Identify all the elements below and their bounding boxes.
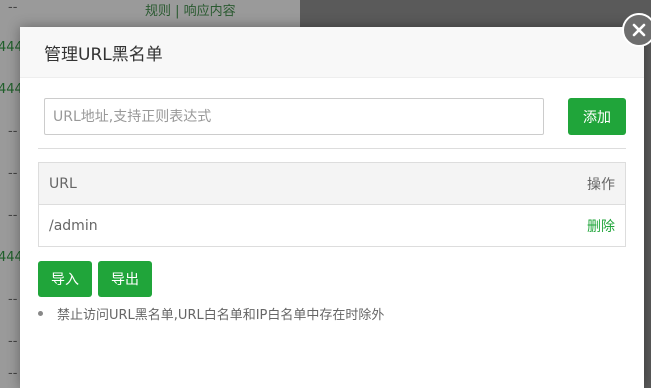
import-button[interactable]: 导入 [38,261,92,297]
divider [38,148,626,149]
delete-link[interactable]: 删除 [587,216,615,236]
url-table: URL 操作 /admin 删除 [38,162,626,247]
close-button[interactable] [622,13,651,47]
background-dash: -- [8,366,18,381]
dialog-title: 管理URL黑名单 [44,44,163,65]
add-button[interactable]: 添加 [568,98,626,135]
add-url-row: 添加 [44,98,626,135]
background-dash: -- [8,124,18,139]
url-blacklist-dialog: 管理URL黑名单 添加 URL 操作 /admin 删除 导入 导出 禁止访问U… [20,27,644,388]
help-note: 禁止访问URL黑名单,URL白名单和IP白名单中存在时除外 [38,304,384,323]
column-header-url: URL [49,175,77,192]
background-dash: -- [8,166,18,181]
help-note-text: 禁止访问URL黑名单,URL白名单和IP白名单中存在时除外 [57,308,385,323]
background-dash: -- [8,0,18,15]
dialog-header: 管理URL黑名单 [20,27,644,78]
column-header-action: 操作 [587,176,615,193]
background-dash: -- [8,208,18,223]
close-icon [632,23,646,37]
bullet-icon [38,311,43,316]
export-button[interactable]: 导出 [98,261,152,297]
url-input[interactable] [44,98,544,135]
background-dash: -- [8,334,18,349]
table-row: /admin 删除 [39,205,625,246]
background-dash: -- [8,292,18,307]
table-header: URL 操作 [39,163,625,205]
row-url: /admin [49,217,98,234]
background-top-link: 规则 | 响应内容 [145,4,236,19]
import-export-row: 导入 导出 [38,261,152,297]
